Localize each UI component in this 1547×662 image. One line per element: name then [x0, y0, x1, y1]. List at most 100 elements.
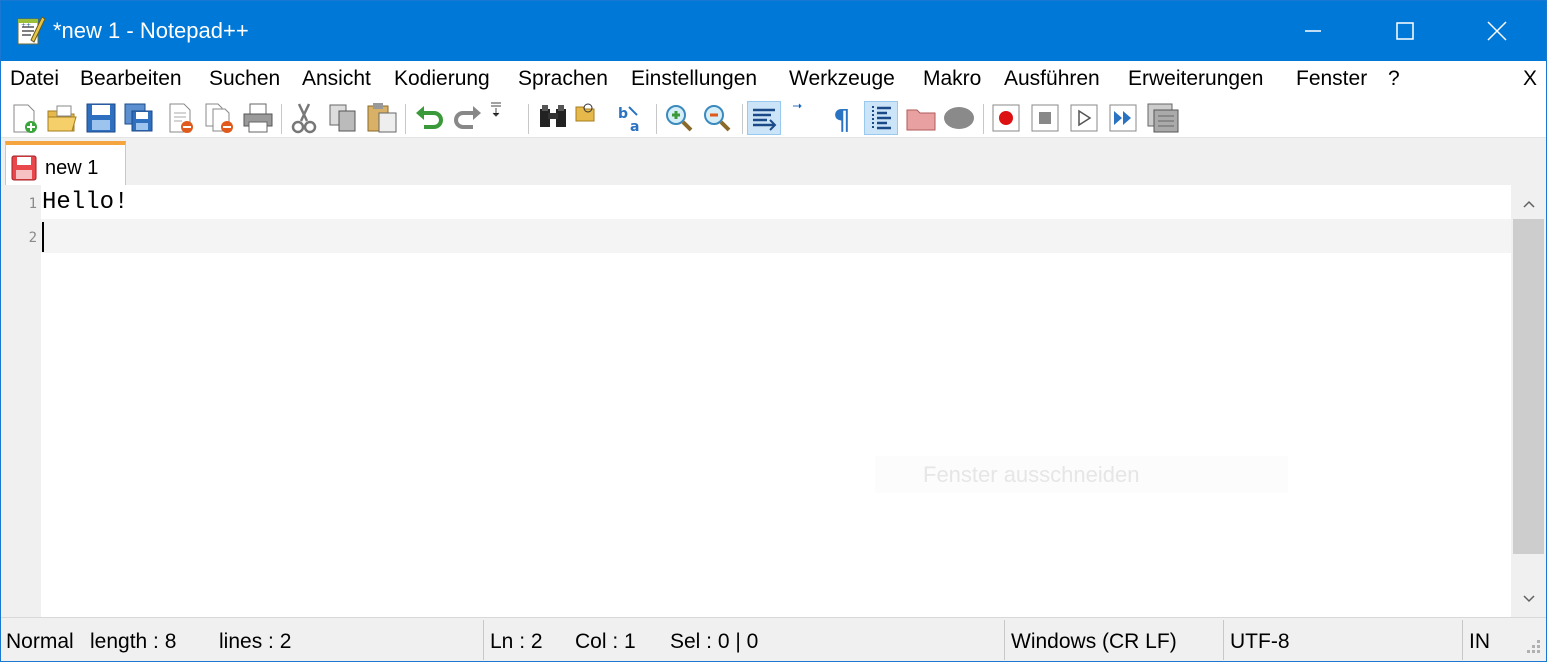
- print-icon: [243, 103, 273, 133]
- zoom-in-icon: [666, 105, 693, 132]
- save-icon: [86, 103, 116, 133]
- paste-button[interactable]: [365, 101, 399, 135]
- menu-makro[interactable]: Makro: [923, 67, 981, 91]
- status-insert-mode: IN: [1469, 630, 1490, 653]
- code-line[interactable]: Hello!: [41, 186, 1511, 220]
- menu-sprachen[interactable]: Sprachen: [518, 67, 608, 91]
- minimize-button[interactable]: [1267, 1, 1359, 61]
- zoom-out-button[interactable]: [700, 101, 734, 135]
- indent-guide-icon: [872, 106, 891, 130]
- sync-vertical-scroll-button[interactable]: [747, 101, 781, 135]
- status-lines: lines : 2: [219, 630, 292, 653]
- sync-vertical-icon: [753, 108, 777, 131]
- function-list-button[interactable]: [942, 101, 976, 135]
- menu-bearbeiten[interactable]: Bearbeiten: [80, 67, 182, 91]
- macro-record-button[interactable]: [989, 101, 1023, 135]
- title-bar[interactable]: ++ *new 1 - Notepad++: [1, 1, 1546, 61]
- maximize-button[interactable]: [1359, 1, 1451, 61]
- redo-button[interactable]: [451, 101, 485, 135]
- svg-text:++: ++: [21, 22, 31, 29]
- svg-text:a: a: [630, 119, 639, 135]
- svg-text:¶: ¶: [833, 103, 851, 135]
- scroll-down-button[interactable]: [1511, 582, 1546, 616]
- copy-button[interactable]: [326, 101, 360, 135]
- chevron-down-icon: [1522, 595, 1535, 603]
- status-doc-type: Normal: [6, 630, 74, 653]
- vertical-scrollbar[interactable]: [1511, 185, 1546, 617]
- find-in-files-button[interactable]: [573, 101, 607, 135]
- menu-einstellungen[interactable]: Einstellungen: [631, 67, 757, 91]
- status-encoding[interactable]: UTF-8: [1230, 630, 1290, 654]
- find-button[interactable]: [536, 101, 570, 135]
- close-file-button[interactable]: [164, 101, 198, 135]
- window-title: *new 1 - Notepad++: [53, 18, 249, 43]
- text-editor[interactable]: Hello!: [41, 185, 1511, 617]
- minimize-icon: [1305, 30, 1321, 32]
- scroll-up-button[interactable]: [1511, 187, 1546, 221]
- open-file-button[interactable]: [45, 101, 79, 135]
- status-separator: [1004, 620, 1005, 660]
- undo-icon: [416, 106, 443, 129]
- show-all-chars-button[interactable]: ¶: [825, 101, 859, 136]
- redo-icon: [454, 106, 481, 129]
- status-length: length : 8: [90, 630, 177, 653]
- word-wrap-icon: [793, 103, 802, 109]
- macro-run-multiple-icon: [1109, 104, 1137, 132]
- close-icon: [1487, 21, 1507, 41]
- scrollbar-thumb[interactable]: [1513, 219, 1544, 554]
- cut-button[interactable]: [287, 101, 321, 135]
- status-separator: [1462, 620, 1463, 660]
- close-all-button[interactable]: [203, 101, 237, 135]
- macro-record-icon: [992, 104, 1020, 132]
- menu-erweiterungen[interactable]: Erweiterungen: [1128, 67, 1263, 91]
- folder-as-workspace-button[interactable]: [904, 101, 938, 135]
- menu-suchen[interactable]: Suchen: [209, 67, 280, 91]
- toolbar-separator: [983, 104, 984, 134]
- menu-help[interactable]: ?: [1388, 67, 1400, 91]
- word-wrap-button[interactable]: [789, 101, 823, 135]
- tab-new-1[interactable]: new 1: [5, 141, 126, 185]
- show-all-chars-icon: ¶: [833, 103, 851, 136]
- save-all-button[interactable]: [122, 101, 156, 135]
- save-button[interactable]: [84, 101, 118, 135]
- resize-grip-icon[interactable]: [1521, 636, 1543, 658]
- line-number-gutter: 1 2: [1, 185, 41, 617]
- status-separator: [1223, 620, 1224, 660]
- menu-kodierung[interactable]: Kodierung: [394, 67, 490, 91]
- menu-ausfuehren[interactable]: Ausführen: [1004, 67, 1100, 91]
- menu-datei[interactable]: Datei: [10, 67, 59, 91]
- undo-button[interactable]: [412, 101, 446, 135]
- zoom-in-button[interactable]: [662, 101, 696, 135]
- code-line-current[interactable]: [41, 219, 1511, 253]
- tab-bar: new 1: [1, 139, 1546, 185]
- chevron-up-icon: [1522, 200, 1535, 208]
- macro-save-button[interactable]: [1145, 101, 1179, 135]
- editor-area: 1 2 Hello!: [1, 185, 1546, 617]
- tab-label: new 1: [45, 157, 99, 179]
- status-col: Col : 1: [575, 630, 636, 653]
- notepad-plus-plus-icon[interactable]: ++: [15, 14, 46, 46]
- save-all-icon: [124, 103, 153, 132]
- menu-fenster[interactable]: Fenster: [1296, 67, 1367, 91]
- close-document-button[interactable]: X: [1523, 67, 1537, 91]
- macro-run-multiple-button[interactable]: [1106, 101, 1140, 135]
- new-file-icon: [13, 104, 37, 133]
- toolbar-separator: [528, 104, 529, 134]
- line-number: 1: [28, 196, 37, 212]
- sync-scroll-button[interactable]: [487, 101, 521, 135]
- print-button[interactable]: [241, 101, 275, 135]
- macro-play-button[interactable]: [1067, 101, 1101, 135]
- macro-stop-button[interactable]: [1028, 101, 1062, 135]
- indent-guide-button[interactable]: [864, 101, 898, 135]
- macro-stop-icon: [1031, 104, 1059, 132]
- replace-button[interactable]: ba: [615, 101, 649, 135]
- menu-ansicht[interactable]: Ansicht: [302, 67, 371, 91]
- function-list-icon: [944, 107, 974, 129]
- menu-werkzeuge[interactable]: Werkzeuge: [789, 67, 895, 91]
- snip-window-hint: Fenster ausschneiden: [875, 456, 1288, 493]
- close-window-button[interactable]: [1451, 1, 1543, 61]
- status-eol[interactable]: Windows (CR LF): [1011, 630, 1177, 654]
- new-file-button[interactable]: [7, 101, 41, 135]
- text-cursor: [42, 222, 44, 252]
- unsaved-file-icon: [11, 155, 37, 181]
